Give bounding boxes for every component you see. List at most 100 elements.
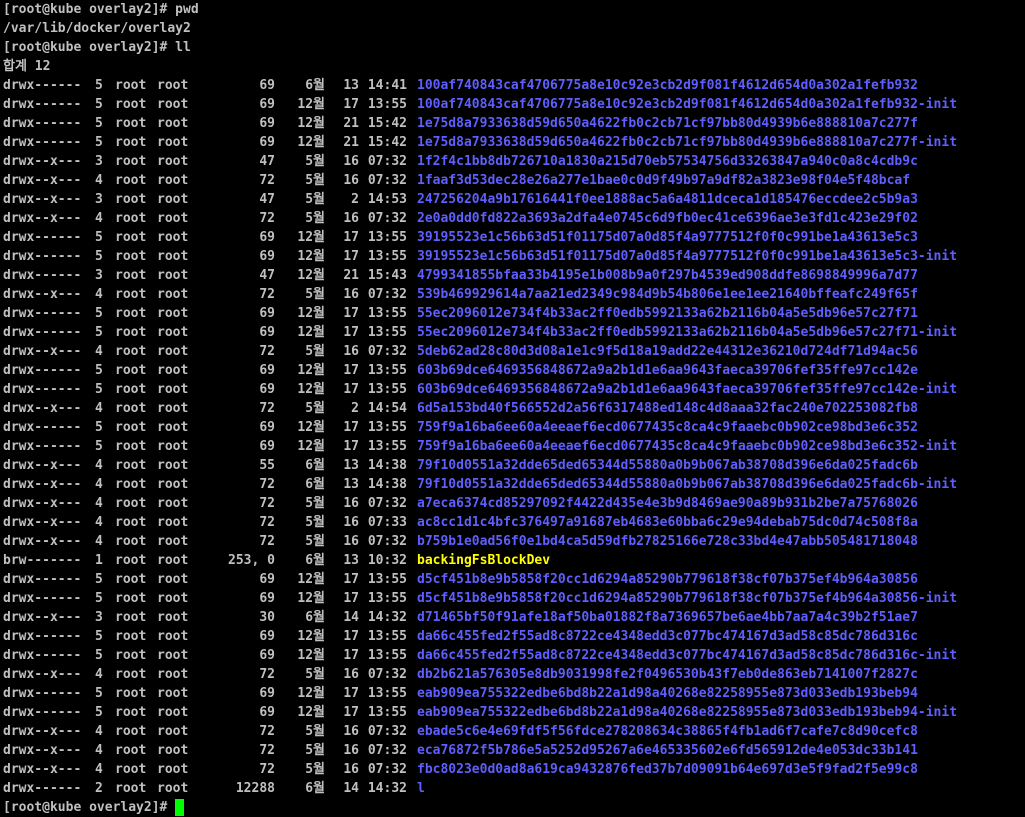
entry-month: 12월: [297, 363, 325, 378]
entry-month: 12월: [297, 420, 325, 435]
entry-owner: root: [115, 192, 147, 207]
entry-day: 21: [343, 268, 359, 283]
entry-links: 4: [95, 762, 103, 777]
entry-perms: brw-------: [3, 553, 82, 568]
entry-day: 13: [343, 78, 359, 93]
entry-name: l: [417, 781, 425, 796]
entry-perms: drwx--x---: [3, 667, 82, 682]
active-prompt-line[interactable]: [root@kube overlay2]#: [3, 798, 1025, 817]
entry-time: 14:38: [367, 458, 407, 473]
entry-month: 12월: [297, 135, 325, 150]
entry-name: d5cf451b8e9b5858f20cc1d6294a85290b779618…: [417, 591, 958, 606]
entry-size: 47: [259, 154, 275, 169]
listing-row: drwx--x--- 3 root root 47 5월 16 07:32 1f2f4c1bb8…: [3, 152, 1025, 171]
entry-name: 2e0a0dd0fd822a3693a2dfa4e0745c6d9fb0ec41…: [417, 211, 918, 226]
listing-row: drwx------ 3 root root 47 12월 21 15:43 479934185…: [3, 266, 1025, 285]
entry-day: 2: [351, 192, 359, 207]
entry-time: 13:55: [367, 97, 407, 112]
entry-group: root: [157, 610, 189, 625]
entry-owner: root: [115, 344, 147, 359]
entry-time: 15:42: [367, 135, 407, 150]
entry-size: 69: [259, 306, 275, 321]
entry-group: root: [157, 306, 189, 321]
entry-owner: root: [115, 363, 147, 378]
entry-links: 4: [95, 287, 103, 302]
entry-name: 55ec2096012e734f4b33ac2ff0edb5992133a62b…: [417, 306, 918, 321]
entry-size: 55: [259, 458, 275, 473]
entry-links: 5: [95, 325, 103, 340]
cursor-block[interactable]: [175, 799, 185, 816]
entry-owner: root: [115, 496, 147, 511]
entry-day: 17: [343, 382, 359, 397]
entry-perms: drwx------: [3, 420, 82, 435]
entry-perms: drwx--x---: [3, 192, 82, 207]
entry-size: 69: [259, 420, 275, 435]
entry-perms: drwx--x---: [3, 610, 82, 625]
listing-row: drwx--x--- 3 root root 47 5월 2 14:53 247256204a9…: [3, 190, 1025, 209]
entry-size: 72: [259, 724, 275, 739]
terminal-window[interactable]: [root@kube overlay2]# pwd /var/lib/docke…: [0, 0, 1025, 817]
entry-day: 17: [343, 325, 359, 340]
entry-name: 79f10d0551a32dde65ded65344d55880a0b9b067…: [417, 458, 918, 473]
entry-links: 5: [95, 306, 103, 321]
entry-day: 13: [343, 553, 359, 568]
entry-month: 12월: [297, 591, 325, 606]
entry-perms: drwx------: [3, 306, 82, 321]
entry-name: 79f10d0551a32dde65ded65344d55880a0b9b067…: [417, 477, 958, 492]
entry-links: 3: [95, 192, 103, 207]
entry-links: 5: [95, 249, 103, 264]
entry-day: 16: [343, 667, 359, 682]
entry-links: 4: [95, 211, 103, 226]
entry-name: d5cf451b8e9b5858f20cc1d6294a85290b779618…: [417, 572, 918, 587]
entry-size: 69: [259, 591, 275, 606]
entry-month: 6월: [305, 610, 325, 625]
entry-perms: drwx------: [3, 686, 82, 701]
entry-name: fbc8023e0d0ad8a619ca9432876fed37b7d09091…: [417, 762, 918, 777]
entry-time: 13:55: [367, 382, 407, 397]
entry-perms: drwx------: [3, 591, 82, 606]
entry-time: 07:32: [367, 287, 407, 302]
entry-name: 1faaf3d53dec28e26a277e1bae0c0d9f49b97a9d…: [417, 173, 911, 188]
prompt-line: [root@kube overlay2]# pwd: [3, 2, 199, 17]
entry-time: 13:55: [367, 230, 407, 245]
entry-owner: root: [115, 629, 147, 644]
entry-day: 16: [343, 344, 359, 359]
entry-links: 5: [95, 363, 103, 378]
entry-links: 4: [95, 344, 103, 359]
entry-day: 17: [343, 420, 359, 435]
entry-group: root: [157, 325, 189, 340]
entry-owner: root: [115, 781, 147, 796]
entry-perms: drwx--x---: [3, 762, 82, 777]
listing-row: drwx------ 5 root root 69 12월 17 13:55 759f9a16b…: [3, 437, 1025, 456]
entry-owner: root: [115, 287, 147, 302]
entry-month: 12월: [297, 306, 325, 321]
entry-name: 39195523e1c56b63d51f01175d07a0d85f4a9777…: [417, 249, 958, 264]
entry-size: 253, 0: [228, 553, 275, 568]
listing-row: drwx--x--- 4 root root 72 5월 16 07:32 1faaf3d53d…: [3, 171, 1025, 190]
entry-time: 07:32: [367, 743, 407, 758]
entry-month: 12월: [297, 325, 325, 340]
entry-month: 12월: [297, 439, 325, 454]
entry-day: 13: [343, 458, 359, 473]
listing-row: drwx------ 5 root root 69 12월 17 13:55 da66c455f…: [3, 627, 1025, 646]
entry-size: 69: [259, 97, 275, 112]
entry-month: 6월: [305, 78, 325, 93]
entry-group: root: [157, 268, 189, 283]
entry-name: b759b1e0ad56f0e1bd4ca5d59dfb27825166e728…: [417, 534, 918, 549]
entry-links: 5: [95, 78, 103, 93]
entry-time: 13:55: [367, 363, 407, 378]
entry-links: 5: [95, 572, 103, 587]
listing-row: drwx------ 5 root root 69 12월 17 13:55 603b69dce…: [3, 380, 1025, 399]
entry-group: root: [157, 249, 189, 264]
entry-time: 13:55: [367, 325, 407, 340]
entry-links: 4: [95, 173, 103, 188]
entry-owner: root: [115, 553, 147, 568]
entry-day: 16: [343, 724, 359, 739]
entry-time: 07:32: [367, 724, 407, 739]
entry-day: 16: [343, 496, 359, 511]
entry-group: root: [157, 515, 189, 530]
entry-owner: root: [115, 648, 147, 663]
entry-day: 16: [343, 154, 359, 169]
listing-row: drwx------ 5 root root 69 12월 17 13:55 759f9a16b…: [3, 418, 1025, 437]
entry-group: root: [157, 420, 189, 435]
